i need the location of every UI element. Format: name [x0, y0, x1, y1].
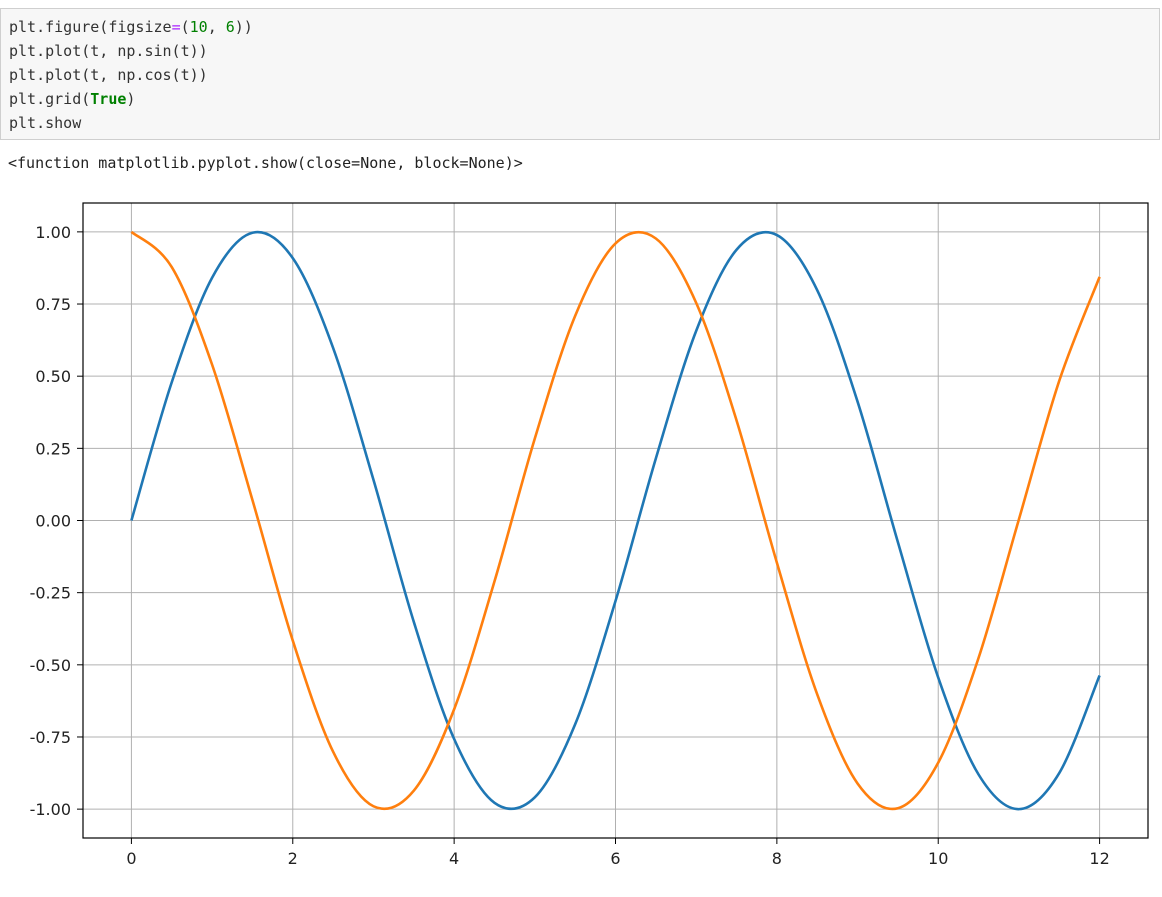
- y-tick-label: 1.00: [35, 223, 71, 242]
- x-tick-label: 0: [126, 849, 136, 868]
- cell-output-text: <function matplotlib.pyplot.show(close=N…: [8, 154, 523, 172]
- x-tick-label: 8: [772, 849, 782, 868]
- grid-lines: [83, 203, 1148, 838]
- x-tick-label: 10: [928, 849, 948, 868]
- y-tick-label: 0.50: [35, 367, 71, 386]
- x-tick-label: 6: [610, 849, 620, 868]
- x-tick-label: 4: [449, 849, 459, 868]
- ticks: 0 2 4 6 8 10 12 1.00 0.75 0.50 0.25 0.00 -0.25 -0.50 -…: [30, 223, 1110, 868]
- y-tick-label: -0.50: [30, 656, 71, 675]
- code-line-plot-cos: plt.plot(t, np.cos(t)): [9, 66, 208, 84]
- y-tick-label: -0.75: [30, 728, 71, 747]
- code-line-grid: plt.grid(True): [9, 90, 136, 108]
- y-tick-label: 0.00: [35, 512, 71, 531]
- code-line-show: plt.show: [9, 114, 82, 132]
- x-tick-label: 12: [1089, 849, 1109, 868]
- y-tick-label: -1.00: [30, 800, 71, 819]
- y-tick-label: -0.25: [30, 584, 71, 603]
- y-tick-label: 0.25: [35, 439, 71, 458]
- y-tick-label: 0.75: [35, 295, 71, 314]
- x-tick-label: 2: [288, 849, 298, 868]
- line-chart: 0 2 4 6 8 10 12 1.00 0.75 0.50 0.25 0.00 -0.25 -0.50 -…: [30, 202, 1149, 868]
- code-line-plot-sin: plt.plot(t, np.sin(t)): [9, 42, 208, 60]
- code-line-figure: plt.figure(figsize=(10, 6)): [9, 18, 253, 36]
- code-cell[interactable]: plt.figure(figsize=(10, 6)) plt.plot(t, …: [0, 8, 1160, 140]
